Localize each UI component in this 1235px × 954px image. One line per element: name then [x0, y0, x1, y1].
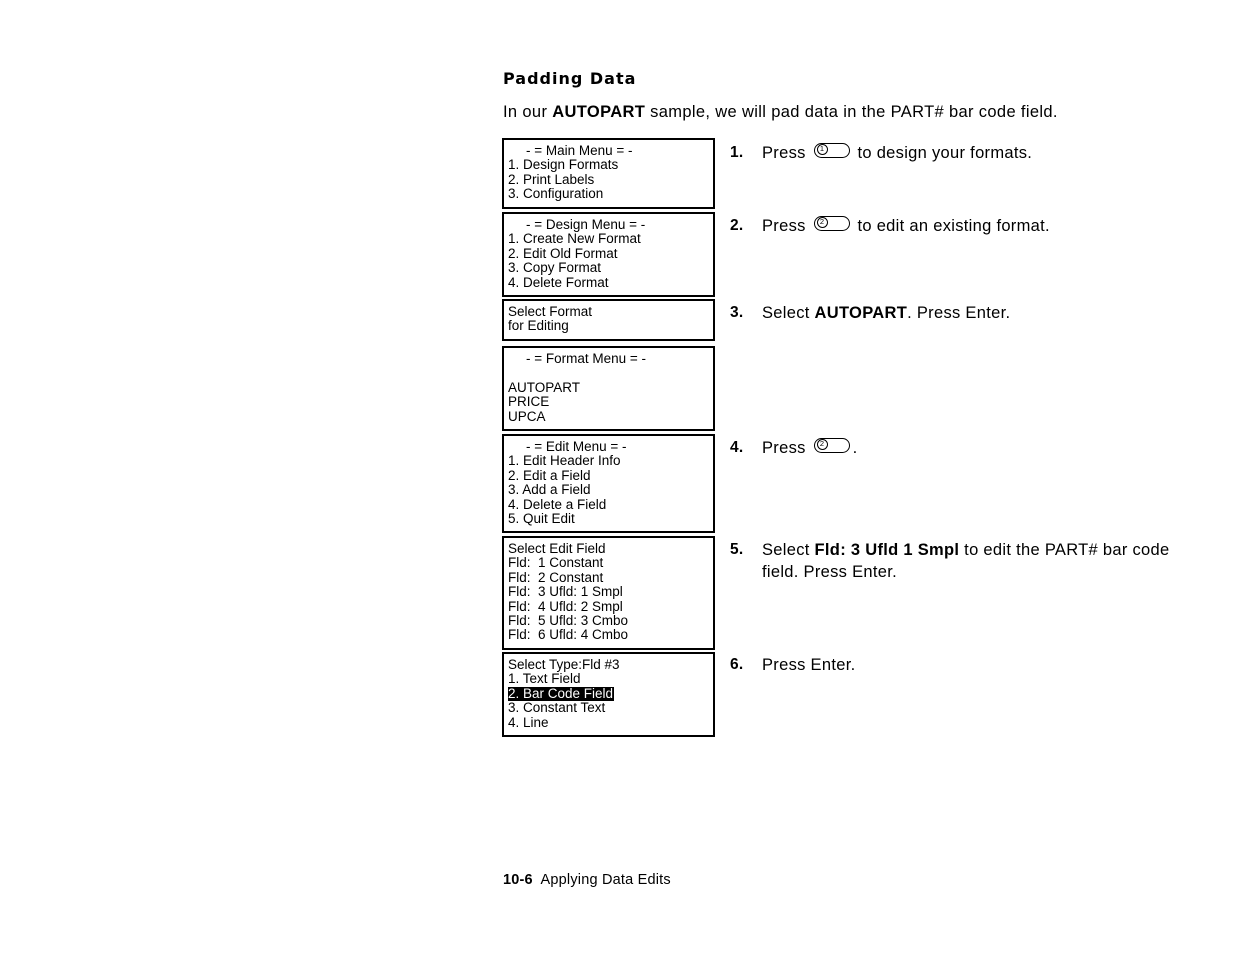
step-text: Press 1 to design your formats.: [762, 142, 1032, 164]
lcd-field-item: Fld: 2 Constant: [508, 569, 604, 585]
keycap-digit: 2: [816, 217, 828, 228]
lcd-screen-main-menu: - = Main Menu = - 1. Design Formats 2. P…: [502, 138, 715, 209]
keycap-digit: 2: [816, 439, 828, 450]
step-text-before: Select: [762, 304, 815, 322]
step-1: 1. Press 1 to design your formats.: [730, 142, 1032, 164]
keycap-digit: 1: [816, 144, 828, 155]
lcd-type-item: 4. Line: [508, 714, 549, 730]
lcd-menu-item: 3. Copy Format: [508, 260, 602, 276]
footer-page-number: 10-6: [503, 872, 533, 888]
page-title: Padding Data: [503, 69, 637, 88]
lcd-menu-item: 1. Design Formats: [508, 157, 619, 173]
step-text-before: Press: [762, 217, 811, 235]
step-text-before: Press: [762, 144, 811, 162]
step-number: 1.: [730, 144, 744, 161]
lcd-title: - = Design Menu = -: [526, 217, 646, 232]
lcd-screen-select-type: Select Type:Fld #3 1. Text Field 2. Bar …: [502, 652, 715, 738]
step-2: 2. Press 2 to edit an existing format.: [730, 215, 1050, 237]
step-text-before: Press: [762, 439, 811, 457]
lcd-menu-item: 3. Configuration: [508, 186, 604, 202]
step-text-after: . Press Enter.: [907, 304, 1011, 322]
lcd-screen-format-menu: - = Format Menu = - AUTOPART PRICE UPCA: [502, 346, 715, 432]
step-4: 4. Press 2.: [730, 437, 857, 459]
intro-paragraph: In our AUTOPART sample, we will pad data…: [503, 103, 1058, 122]
step-text-after: to design your formats.: [852, 144, 1033, 162]
lcd-menu-item: 1. Create New Format: [508, 231, 641, 247]
intro-format-name: AUTOPART: [552, 103, 646, 121]
lcd-menu-item: 2. Print Labels: [508, 171, 595, 187]
lcd-menu-item: 4. Delete Format: [508, 274, 609, 290]
step-6: 6. Press Enter.: [730, 654, 855, 676]
step-5: 5. Select Fld: 3 Ufld 1 Smpl to edit the…: [730, 539, 1182, 583]
step-text: Press Enter.: [762, 656, 856, 674]
lcd-screen-design-menu: - = Design Menu = - 1. Create New Format…: [502, 212, 715, 298]
step-text: Select Fld: 3 Ufld 1 Smpl to edit the PA…: [762, 539, 1182, 583]
step-text: Select AUTOPART. Press Enter.: [762, 302, 1010, 324]
lcd-title: - = Main Menu = -: [526, 143, 633, 158]
lcd-field-item: Fld: 5 Ufld: 3 Cmbo: [508, 613, 629, 629]
lcd-title: Select Edit Field: [508, 541, 606, 556]
lcd-title: - = Edit Menu = -: [526, 439, 627, 454]
step-emphasis: AUTOPART: [814, 304, 908, 322]
lcd-prompt-line: for Editing: [508, 318, 569, 334]
intro-text-before: In our: [503, 103, 553, 121]
step-text-after: .: [852, 439, 858, 457]
lcd-field-item: Fld: 1 Constant: [508, 555, 604, 571]
step-number: 3.: [730, 304, 744, 321]
lcd-title: Select Type:Fld #3: [508, 657, 620, 672]
document-page: Padding Data In our AUTOPART sample, we …: [0, 0, 1235, 954]
lcd-menu-item: 3. Add a Field: [508, 482, 591, 498]
keycap-2-icon: 2: [813, 216, 850, 231]
lcd-type-item: 1. Text Field: [508, 671, 581, 687]
lcd-menu-item: 2. Edit a Field: [508, 467, 591, 483]
lcd-field-item: Fld: 3 Ufld: 1 Smpl: [508, 584, 623, 600]
step-text: Press 2 to edit an existing format.: [762, 215, 1050, 237]
step-text: Press 2.: [762, 437, 857, 459]
lcd-type-item-selected: 2. Bar Code Field: [508, 685, 615, 702]
keycap-2-icon: 2: [813, 438, 850, 453]
lcd-menu-item: 5. Quit Edit: [508, 511, 575, 527]
step-text-after: to edit an existing format.: [852, 217, 1050, 235]
step-emphasis: Fld: 3 Ufld 1 Smpl: [814, 541, 960, 559]
lcd-menu-item: 1. Edit Header Info: [508, 453, 621, 469]
lcd-menu-item: PRICE: [508, 394, 550, 410]
step-number: 5.: [730, 541, 744, 558]
lcd-menu-item: 4. Delete a Field: [508, 496, 607, 512]
intro-text-after: sample, we will pad data in the PART# ba…: [645, 103, 1058, 121]
lcd-prompt-line: Select Format: [508, 304, 593, 319]
step-number: 2.: [730, 217, 744, 234]
lcd-menu-item: AUTOPART: [508, 379, 581, 395]
footer-chapter-label: Applying Data Edits: [540, 872, 671, 888]
lcd-field-item: Fld: 6 Ufld: 4 Cmbo: [508, 627, 629, 643]
lcd-title: - = Format Menu = -: [526, 351, 647, 366]
lcd-field-item: Fld: 4 Ufld: 2 Smpl: [508, 598, 623, 614]
lcd-screen-edit-menu: - = Edit Menu = - 1. Edit Header Info 2.…: [502, 434, 715, 534]
lcd-screen-select-format: Select Format for Editing: [502, 299, 715, 341]
lcd-menu-item: 2. Edit Old Format: [508, 245, 618, 261]
step-number: 4.: [730, 439, 744, 456]
step-number: 6.: [730, 656, 744, 673]
keycap-1-icon: 1: [813, 143, 850, 158]
lcd-type-item: 3. Constant Text: [508, 700, 606, 716]
step-text-before: Select: [762, 541, 815, 559]
step-3: 3. Select AUTOPART. Press Enter.: [730, 302, 1010, 324]
page-footer: 10-6 Applying Data Edits: [503, 872, 671, 888]
lcd-menu-item: UPCA: [508, 408, 546, 424]
lcd-blank-line: [508, 366, 713, 380]
lcd-screen-select-edit-field: Select Edit Field Fld: 1 Constant Fld: 2…: [502, 536, 715, 650]
